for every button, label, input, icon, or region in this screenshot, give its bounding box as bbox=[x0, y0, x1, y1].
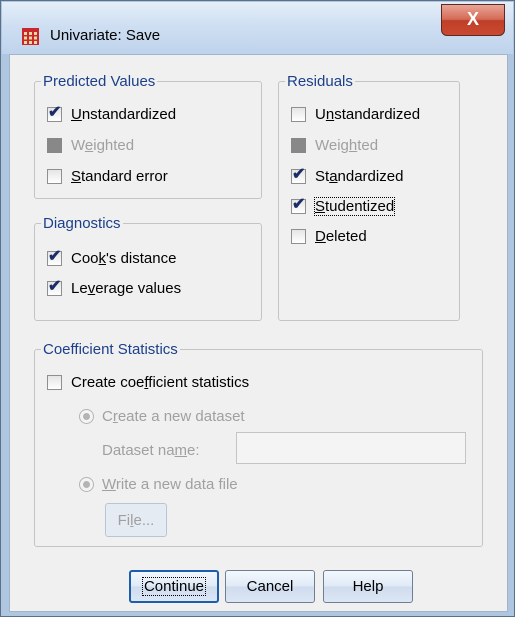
checkbox-unchecked[interactable] bbox=[47, 374, 62, 390]
checkbox-checked[interactable]: ✔ bbox=[291, 196, 306, 214]
residuals-studentized-checkbox[interactable]: ✔ Studentized bbox=[291, 194, 396, 218]
residuals-deleted-checkbox[interactable]: Deleted bbox=[291, 224, 367, 248]
checkbox-checked[interactable]: ✔ bbox=[47, 104, 62, 122]
file-button: Fi l e... bbox=[105, 503, 167, 537]
checkbox-disabled bbox=[291, 137, 306, 153]
write-new-data-file-radio: Write a new data file bbox=[79, 472, 238, 496]
dataset-name-input bbox=[236, 432, 466, 464]
diagnostics-group: Diagnostics ✔ Cook's distance ✔ Leverage… bbox=[34, 215, 262, 321]
dataset-name-label: Dataset name: bbox=[102, 441, 200, 459]
predicted-standard-error-checkbox[interactable]: Standard error bbox=[47, 164, 168, 188]
dialog-window: Univariate: Save X Predicted Values ✔ Un… bbox=[0, 0, 515, 617]
checkbox-checked[interactable]: ✔ bbox=[47, 248, 62, 266]
residuals-group: Residuals Unstandardized Weighted ✔ Stan… bbox=[278, 73, 460, 321]
help-button[interactable]: Help bbox=[323, 570, 413, 603]
radio-unselected-disabled bbox=[79, 476, 94, 492]
spss-grid-icon bbox=[22, 28, 39, 45]
residuals-legend: Residuals bbox=[287, 73, 353, 90]
create-coefficient-statistics-checkbox[interactable]: Create coefficient statistics bbox=[47, 370, 249, 394]
checkbox-unchecked[interactable] bbox=[291, 228, 306, 244]
residuals-unstandardized-checkbox[interactable]: Unstandardized bbox=[291, 102, 420, 126]
close-button[interactable]: X bbox=[441, 4, 505, 36]
residuals-standardized-checkbox[interactable]: ✔ Standardized bbox=[291, 164, 403, 188]
diagnostics-legend: Diagnostics bbox=[43, 215, 121, 232]
window-title: Univariate: Save bbox=[50, 27, 161, 44]
residuals-weighted-checkbox: Weighted bbox=[291, 133, 378, 157]
predicted-weighted-checkbox: Weighted bbox=[47, 133, 134, 157]
predicted-values-group: Predicted Values ✔ Unstandardized Weight… bbox=[34, 73, 262, 199]
checkbox-disabled bbox=[47, 137, 62, 153]
continue-button[interactable]: Continue bbox=[129, 570, 219, 603]
checkbox-unchecked[interactable] bbox=[47, 168, 62, 184]
close-icon: X bbox=[466, 9, 479, 29]
checkbox-unchecked[interactable] bbox=[291, 106, 306, 122]
checkbox-checked[interactable]: ✔ bbox=[47, 278, 62, 296]
cancel-button[interactable]: Cancel bbox=[225, 570, 315, 603]
title-bar[interactable]: Univariate: Save X bbox=[2, 2, 513, 54]
cooks-distance-checkbox[interactable]: ✔ Cook's distance bbox=[47, 246, 176, 270]
predicted-values-legend: Predicted Values bbox=[43, 73, 156, 90]
coefficient-statistics-legend: Coefficient Statistics bbox=[43, 341, 178, 358]
radio-selected-disabled bbox=[79, 408, 94, 424]
predicted-unstandardized-checkbox[interactable]: ✔ Unstandardized bbox=[47, 102, 176, 126]
checkbox-checked[interactable]: ✔ bbox=[291, 166, 306, 184]
leverage-values-checkbox[interactable]: ✔ Leverage values bbox=[47, 276, 181, 300]
create-new-dataset-radio: Create a new dataset bbox=[79, 404, 245, 428]
dialog-body: Predicted Values ✔ Unstandardized Weight… bbox=[9, 54, 508, 612]
